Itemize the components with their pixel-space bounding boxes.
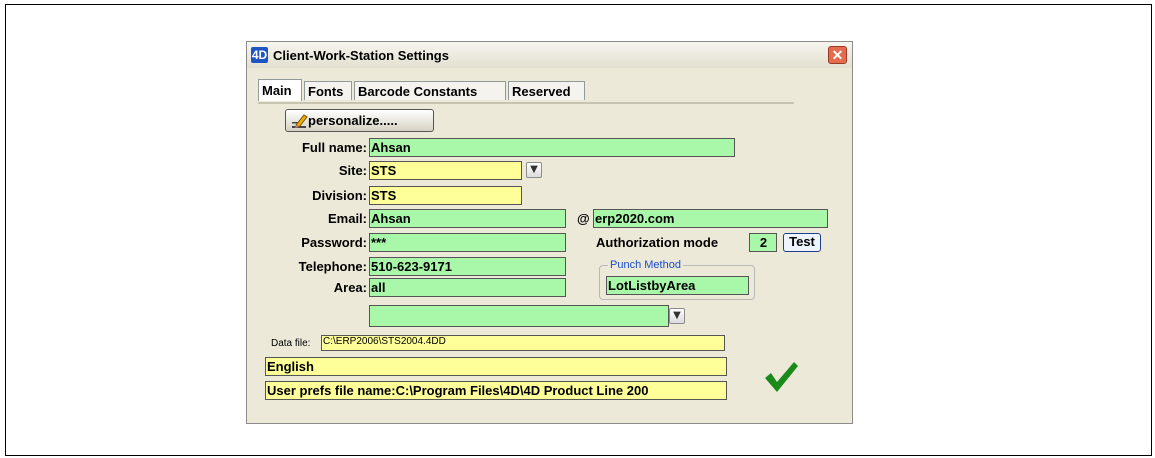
- user-prefs-field: User prefs file name:C:\Program Files\4D…: [265, 381, 727, 400]
- full-name-field[interactable]: Ahsan: [369, 138, 735, 157]
- telephone-label: Telephone:: [298, 259, 367, 274]
- empty-dropdown-button[interactable]: ▼: [669, 308, 685, 324]
- chevron-down-icon: ▼: [530, 164, 538, 175]
- language-field[interactable]: English: [265, 357, 727, 376]
- division-field[interactable]: STS: [369, 186, 522, 205]
- app-logo-icon: 4D: [251, 47, 268, 63]
- punch-method-title: Punch Method: [608, 259, 683, 271]
- test-button[interactable]: Test: [783, 233, 821, 252]
- title-bar: 4D Client-Work-Station Settings ✕: [247, 42, 852, 68]
- chevron-down-icon: ▼: [673, 310, 681, 321]
- data-file-field: C:\ERP2006\STS2004.4DD: [321, 335, 725, 351]
- full-name-label: Full name:: [301, 140, 367, 155]
- telephone-field[interactable]: 510-623-9171: [369, 257, 566, 276]
- at-symbol: @: [577, 211, 590, 226]
- window-title: Client-Work-Station Settings: [273, 48, 449, 63]
- tab-reserved[interactable]: Reserved: [508, 81, 585, 100]
- site-label: Site:: [338, 163, 367, 178]
- password-field[interactable]: ***: [369, 233, 566, 252]
- tab-fonts[interactable]: Fonts: [304, 81, 352, 100]
- personalize-label: personalize.....: [308, 113, 398, 128]
- tab-main[interactable]: Main: [258, 79, 302, 101]
- data-file-label: Data file:: [271, 338, 311, 349]
- close-button[interactable]: ✕: [828, 46, 847, 64]
- email-domain-field[interactable]: erp2020.com: [593, 209, 828, 228]
- pencil-icon: [292, 114, 308, 128]
- tab-divider: [258, 102, 794, 104]
- password-label: Password:: [301, 235, 367, 250]
- empty-dropdown-field[interactable]: [369, 305, 669, 327]
- tab-barcode-constants[interactable]: Barcode Constants: [354, 81, 506, 100]
- settings-dialog: 4D Client-Work-Station Settings ✕ Main F…: [246, 41, 853, 424]
- authorization-mode-field[interactable]: 2: [749, 233, 777, 252]
- email-user-field[interactable]: Ahsan: [369, 209, 566, 228]
- area-label: Area:: [333, 280, 367, 295]
- punch-method-field[interactable]: LotListbyArea: [606, 276, 749, 295]
- email-label: Email:: [327, 211, 367, 226]
- site-dropdown-button[interactable]: ▼: [526, 162, 542, 178]
- division-label: Division:: [312, 188, 367, 203]
- area-field[interactable]: all: [369, 278, 566, 297]
- personalize-button[interactable]: personalize.....: [285, 109, 434, 132]
- site-field[interactable]: STS: [369, 161, 522, 180]
- checkmark-icon[interactable]: [763, 360, 799, 394]
- authorization-mode-label: Authorization mode: [596, 235, 719, 250]
